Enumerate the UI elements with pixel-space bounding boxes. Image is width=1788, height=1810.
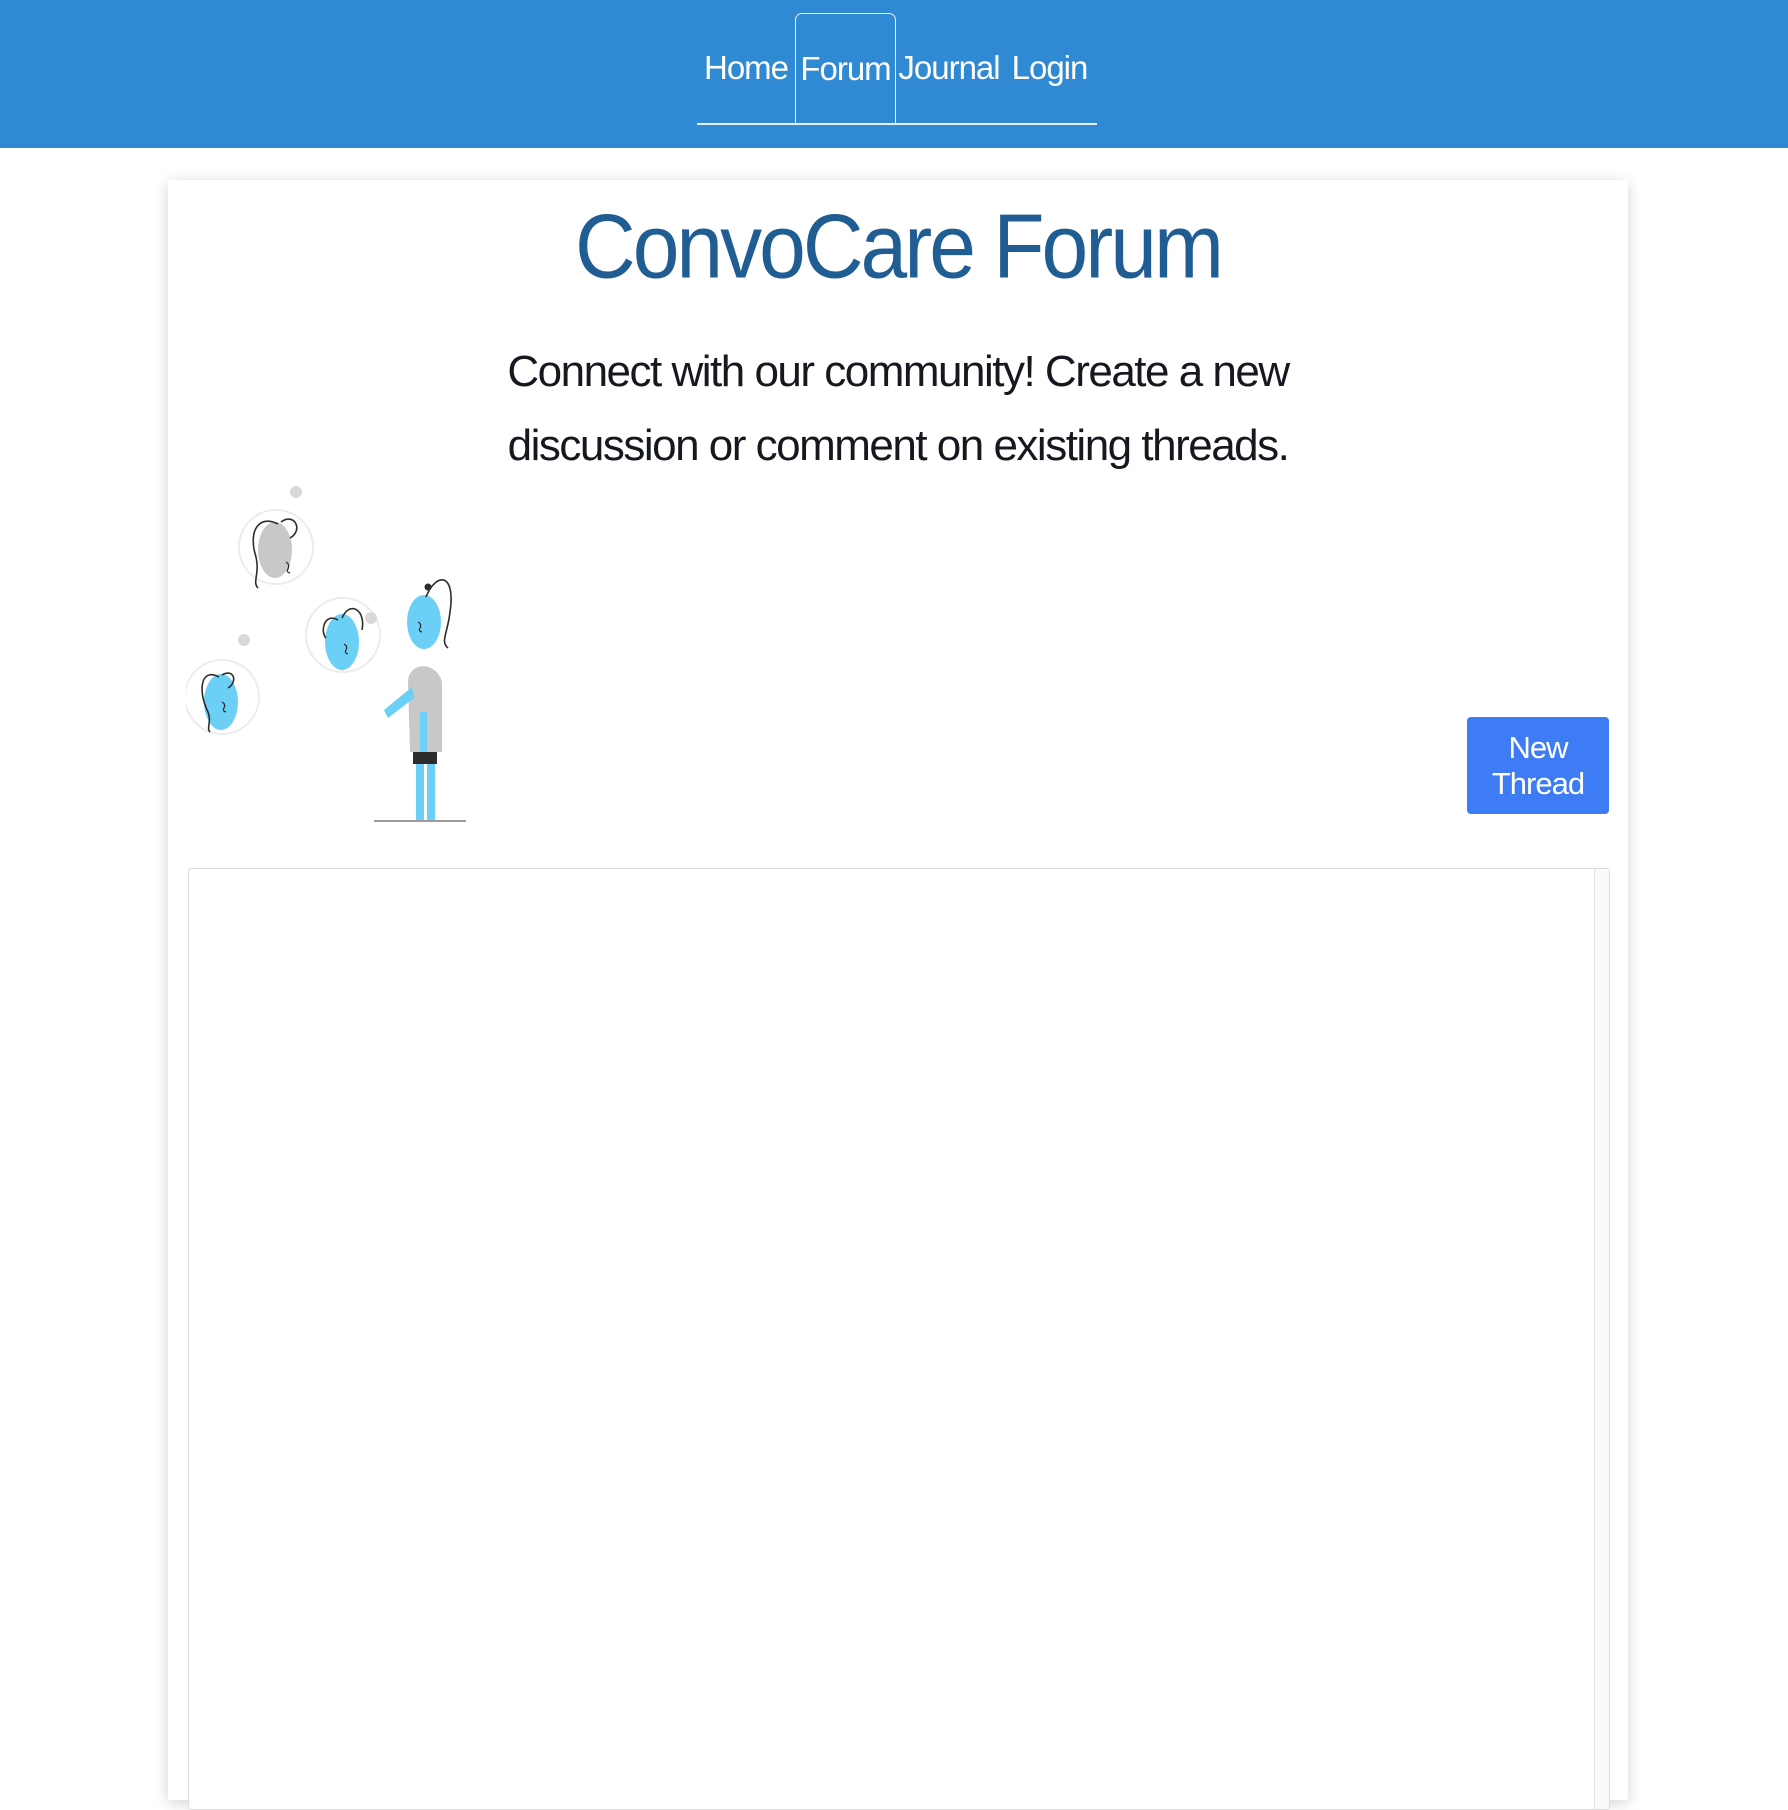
threads-list[interactable] xyxy=(188,868,1610,1810)
new-thread-button[interactable]: New Thread xyxy=(1467,717,1609,814)
tab-forum[interactable]: Forum xyxy=(795,13,896,123)
page-title: ConvoCare Forum xyxy=(575,195,1224,297)
tab-home[interactable]: Home xyxy=(697,13,795,123)
community-people-icon xyxy=(184,472,478,872)
threads-scrollbar[interactable] xyxy=(1594,869,1609,1809)
top-navbar: Home Forum Journal Login xyxy=(0,0,1788,148)
nav-tabs: Home Forum Journal Login xyxy=(697,13,1097,125)
tab-login[interactable]: Login xyxy=(1002,13,1097,123)
forum-card: ConvoCare Forum Connect with our communi… xyxy=(168,180,1628,1810)
tab-journal[interactable]: Journal xyxy=(896,13,1002,123)
page-subtitle: Connect with our community! Create a new… xyxy=(507,347,1290,470)
